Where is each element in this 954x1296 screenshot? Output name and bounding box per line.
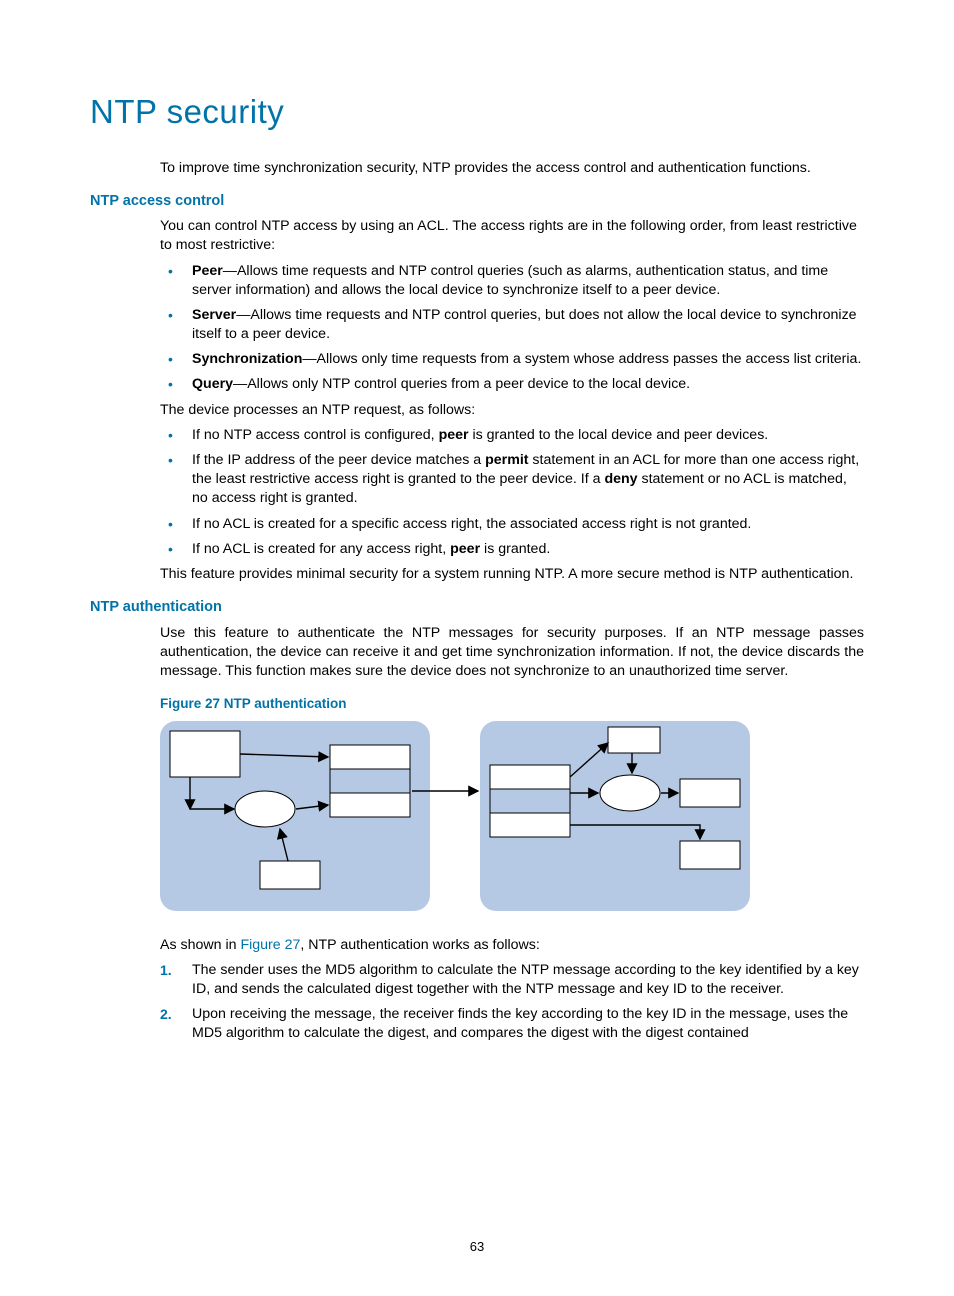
term-text: —Allows time requests and NTP control qu…	[192, 263, 828, 298]
list-item: If no ACL is created for any access righ…	[160, 540, 864, 559]
kw: deny	[604, 471, 637, 487]
term-text: —Allows only NTP control queries from a …	[233, 376, 690, 392]
term-text: —Allows only time requests from a system…	[302, 351, 861, 367]
list-item: Server—Allows time requests and NTP cont…	[160, 306, 864, 344]
text: , NTP authentication works as follows:	[300, 937, 539, 953]
list-item: Query—Allows only NTP control queries fr…	[160, 375, 864, 394]
text: If no ACL is created for a specific acce…	[192, 516, 751, 532]
intro-paragraph: To improve time synchronization security…	[160, 159, 864, 178]
list-item: If no ACL is created for a specific acce…	[160, 515, 864, 534]
page-number: 63	[0, 1238, 954, 1256]
page-title: NTP security	[90, 90, 864, 135]
process-list: If no NTP access control is configured, …	[160, 426, 864, 559]
page: NTP security To improve time synchroniza…	[0, 0, 954, 1296]
term-text: —Allows time requests and NTP control qu…	[192, 307, 857, 342]
text: As shown in	[160, 937, 240, 953]
text: is granted.	[480, 541, 550, 557]
term: Synchronization	[192, 351, 302, 367]
text: If no ACL is created for any access righ…	[192, 541, 450, 557]
step-item: Upon receiving the message, the receiver…	[160, 1005, 864, 1043]
auth-paragraph: Use this feature to authenticate the NTP…	[160, 624, 864, 682]
section-heading-ntp-authentication: NTP authentication	[90, 598, 864, 618]
list-item: If no NTP access control is configured, …	[160, 426, 864, 445]
term: Query	[192, 376, 233, 392]
access-rights-list: Peer—Allows time requests and NTP contro…	[160, 262, 864, 395]
access-note: This feature provides minimal security f…	[160, 565, 864, 584]
list-item: Synchronization—Allows only time request…	[160, 350, 864, 369]
section-heading-access-control: NTP access control	[90, 192, 864, 212]
figure-27-diagram	[160, 721, 864, 917]
kw: peer	[439, 427, 469, 443]
figure-reference-text: As shown in Figure 27, NTP authenticatio…	[160, 936, 864, 955]
text: If no NTP access control is configured,	[192, 427, 439, 443]
kw: peer	[450, 541, 480, 557]
text: If the IP address of the peer device mat…	[192, 452, 485, 468]
term: Server	[192, 307, 236, 323]
step-item: The sender uses the MD5 algorithm to cal…	[160, 961, 864, 999]
figure-link[interactable]: Figure 27	[240, 937, 300, 953]
list-item: If the IP address of the peer device mat…	[160, 451, 864, 509]
text: is granted to the local device and peer …	[469, 427, 769, 443]
auth-steps: The sender uses the MD5 algorithm to cal…	[160, 961, 864, 1044]
access-intro: You can control NTP access by using an A…	[160, 217, 864, 255]
list-item: Peer—Allows time requests and NTP contro…	[160, 262, 864, 300]
term: Peer	[192, 263, 223, 279]
kw: permit	[485, 452, 528, 468]
process-lead: The device processes an NTP request, as …	[160, 401, 864, 420]
figure-caption: Figure 27 NTP authentication	[160, 695, 864, 713]
